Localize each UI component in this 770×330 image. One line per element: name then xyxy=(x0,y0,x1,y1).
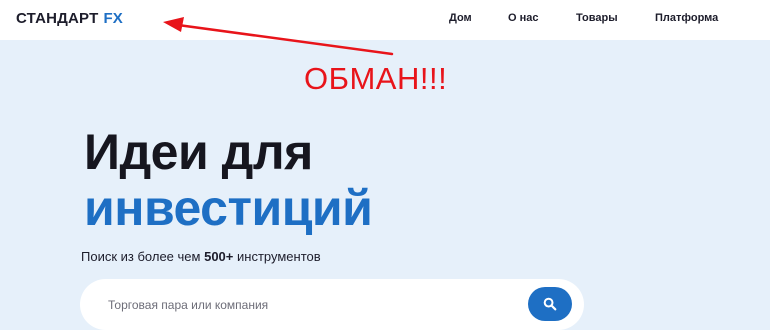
search-input[interactable] xyxy=(106,293,510,317)
nav-link-home[interactable]: Дом xyxy=(449,12,472,24)
nav-link-goods[interactable]: Товары xyxy=(576,12,618,24)
nav-link-about[interactable]: О нас xyxy=(508,12,539,24)
hero-subtitle: Поиск из более чем 500+ инструментов xyxy=(81,249,321,264)
logo-main-text: СТАНДАРТ xyxy=(16,10,99,27)
nav-link-platform[interactable]: Платформа xyxy=(655,12,718,24)
annotation-fraud-label: ОБМАН!!! xyxy=(304,61,448,96)
subtitle-prefix: Поиск из более чем xyxy=(81,249,201,264)
logo-accent-text: FX xyxy=(103,10,124,27)
top-navigation-bar: СТАНДАРТ FX Дом О нас Товары Платформа xyxy=(0,0,770,40)
search-icon xyxy=(543,297,557,311)
search-button[interactable] xyxy=(528,287,572,321)
hero-title-line-1: Идеи для xyxy=(84,124,313,180)
search-bar xyxy=(80,279,584,330)
site-logo[interactable]: СТАНДАРТ FX xyxy=(16,10,123,27)
hero-title-line-2: инвестиций xyxy=(84,180,373,236)
subtitle-suffix: инструментов xyxy=(237,249,321,264)
subtitle-count: 500+ xyxy=(204,249,234,264)
